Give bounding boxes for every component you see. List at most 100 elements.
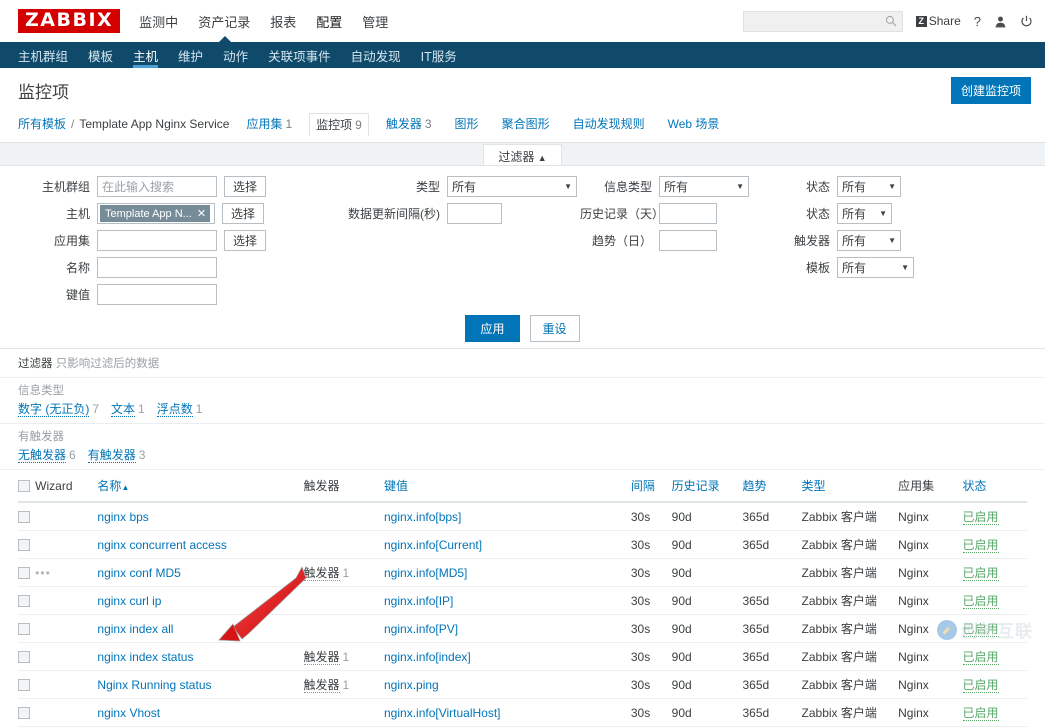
breadcrumb-tab-applications[interactable]: 应用集 1 bbox=[240, 113, 298, 134]
row-checkbox[interactable] bbox=[18, 707, 30, 720]
subnav-item-hostgroups[interactable]: 主机群组 bbox=[18, 42, 78, 68]
wizard-menu-icon[interactable]: ••• bbox=[35, 566, 51, 580]
subnav-item-services[interactable]: IT服务 bbox=[411, 42, 467, 68]
trends-input[interactable] bbox=[659, 230, 717, 251]
select-all-checkbox[interactable] bbox=[18, 480, 30, 493]
nav-item-configuration[interactable]: 配置 bbox=[315, 10, 343, 33]
nav-item-administration[interactable]: 管理 bbox=[361, 10, 389, 33]
user-icon[interactable] bbox=[994, 15, 1007, 28]
breadcrumb-tab-web-scenarios[interactable]: Web 场景 bbox=[662, 113, 726, 134]
subnav-item-discovery[interactable]: 自动发现 bbox=[341, 42, 411, 68]
update-interval-input[interactable] bbox=[447, 203, 502, 224]
nav-item-reports[interactable]: 报表 bbox=[269, 10, 297, 33]
subfilter-item-with-triggers[interactable]: 有触发器 3 bbox=[87, 446, 145, 463]
nav-item-monitoring[interactable]: 监测中 bbox=[138, 10, 179, 33]
row-checkbox[interactable] bbox=[18, 623, 30, 636]
subnav-item-correlation[interactable]: 关联项事件 bbox=[258, 42, 341, 68]
header-status[interactable]: 状态 bbox=[962, 470, 1027, 503]
header-type[interactable]: 类型 bbox=[801, 470, 899, 503]
reset-button[interactable]: 重设 bbox=[529, 315, 580, 342]
subfilter-item-float[interactable]: 浮点数 1 bbox=[156, 400, 202, 417]
trigger-link[interactable]: 触发器 bbox=[303, 566, 340, 581]
filter-toggle-tab[interactable]: 过滤器 ▲ bbox=[483, 144, 562, 166]
trigger-link[interactable]: 触发器 bbox=[303, 650, 340, 665]
key-input[interactable] bbox=[97, 284, 217, 305]
status-toggle-link[interactable]: 已启用 bbox=[962, 510, 999, 525]
name-input[interactable] bbox=[97, 257, 217, 278]
item-key-link[interactable]: nginx.info[VirtualHost] bbox=[384, 706, 501, 720]
status-toggle-link[interactable]: 已启用 bbox=[962, 706, 999, 721]
status-toggle-link[interactable]: 已启用 bbox=[962, 594, 999, 609]
search-input[interactable] bbox=[743, 11, 902, 31]
status-toggle-link[interactable]: 已启用 bbox=[962, 622, 999, 637]
breadcrumb-all-templates[interactable]: 所有模板 bbox=[18, 115, 66, 132]
item-key-link[interactable]: nginx.info[bps] bbox=[384, 510, 461, 524]
status-select[interactable]: 所有 ▼ bbox=[837, 176, 901, 197]
header-history[interactable]: 历史记录 bbox=[671, 470, 743, 503]
status-toggle-link[interactable]: 已启用 bbox=[962, 678, 999, 693]
subnav-item-actions[interactable]: 动作 bbox=[213, 42, 258, 68]
row-checkbox[interactable] bbox=[18, 595, 30, 608]
row-checkbox[interactable] bbox=[18, 567, 30, 580]
item-name-link[interactable]: nginx bps bbox=[97, 510, 148, 524]
item-name-link[interactable]: nginx conf MD5 bbox=[97, 566, 180, 580]
type-select[interactable]: 所有 ▼ bbox=[447, 176, 577, 197]
header-interval[interactable]: 间隔 bbox=[630, 470, 672, 503]
breadcrumb-tab-triggers[interactable]: 触发器 3 bbox=[380, 113, 438, 134]
item-name-link[interactable]: nginx index all bbox=[97, 622, 173, 636]
header-trends[interactable]: 趋势 bbox=[742, 470, 802, 503]
item-name-link[interactable]: nginx curl ip bbox=[97, 594, 161, 608]
nav-item-inventory[interactable]: 资产记录 bbox=[197, 10, 251, 33]
host-chip[interactable]: Template App N... ✕ bbox=[100, 205, 211, 222]
host-select-button[interactable]: 选择 bbox=[222, 203, 265, 224]
breadcrumb-tab-graphs[interactable]: 图形 bbox=[449, 113, 485, 134]
item-key-link[interactable]: nginx.info[Current] bbox=[384, 538, 482, 552]
hostgroup-select-button[interactable]: 选择 bbox=[224, 176, 267, 197]
template-select[interactable]: 所有 ▼ bbox=[837, 257, 914, 278]
item-name-link[interactable]: nginx index status bbox=[97, 650, 193, 664]
apply-button[interactable]: 应用 bbox=[465, 315, 520, 342]
help-icon[interactable]: ? bbox=[974, 14, 981, 29]
application-select-button[interactable]: 选择 bbox=[224, 230, 267, 251]
header-name[interactable]: 名称▲ bbox=[97, 470, 304, 503]
triggers-select[interactable]: 所有 ▼ bbox=[837, 230, 901, 251]
hostgroup-input[interactable] bbox=[97, 176, 217, 197]
item-key-link[interactable]: nginx.ping bbox=[384, 678, 439, 692]
header-key[interactable]: 键值 bbox=[384, 470, 631, 503]
breadcrumb-tab-screens[interactable]: 聚合图形 bbox=[496, 113, 556, 134]
share-button[interactable]: Z Share bbox=[915, 14, 961, 28]
breadcrumb-tab-discovery-rules[interactable]: 自动发现规则 bbox=[567, 113, 651, 134]
item-key-link[interactable]: nginx.info[index] bbox=[384, 650, 471, 664]
power-icon[interactable] bbox=[1020, 15, 1033, 28]
trigger-link[interactable]: 触发器 bbox=[303, 678, 340, 693]
application-input[interactable] bbox=[97, 230, 217, 251]
history-input[interactable] bbox=[659, 203, 717, 224]
subfilter-item-numeric-unsigned[interactable]: 数字 (无正负) 7 bbox=[18, 400, 99, 417]
search-box[interactable] bbox=[742, 10, 903, 32]
state-select[interactable]: 所有 ▼ bbox=[837, 203, 892, 224]
item-key-link[interactable]: nginx.info[MD5] bbox=[384, 566, 467, 580]
breadcrumb-tab-items[interactable]: 监控项 9 bbox=[309, 113, 369, 136]
item-key-link[interactable]: nginx.info[IP] bbox=[384, 594, 453, 608]
status-toggle-link[interactable]: 已启用 bbox=[962, 650, 999, 665]
item-key-link[interactable]: nginx.info[PV] bbox=[384, 622, 458, 636]
status-toggle-link[interactable]: 已启用 bbox=[962, 566, 999, 581]
item-name-link[interactable]: nginx Vhost bbox=[97, 706, 160, 720]
subnav-item-templates[interactable]: 模板 bbox=[78, 42, 123, 68]
status-toggle-link[interactable]: 已启用 bbox=[962, 538, 999, 553]
row-checkbox[interactable] bbox=[18, 651, 30, 664]
value-type-select[interactable]: 所有 ▼ bbox=[659, 176, 749, 197]
row-checkbox[interactable] bbox=[18, 511, 30, 524]
subnav-item-hosts[interactable]: 主机 bbox=[123, 42, 168, 68]
subnav-item-maintenance[interactable]: 维护 bbox=[168, 42, 213, 68]
subfilter-item-text[interactable]: 文本 1 bbox=[111, 400, 145, 417]
zabbix-logo[interactable]: ZABBIX bbox=[18, 9, 121, 33]
item-name-link[interactable]: nginx concurrent access bbox=[97, 538, 226, 552]
host-chip-box[interactable]: Template App N... ✕ bbox=[97, 203, 215, 224]
row-checkbox[interactable] bbox=[18, 679, 30, 692]
create-item-button[interactable]: 创建监控项 bbox=[950, 76, 1031, 104]
item-name-link[interactable]: Nginx Running status bbox=[97, 678, 211, 692]
close-icon[interactable]: ✕ bbox=[197, 207, 206, 220]
subfilter-item-without-triggers[interactable]: 无触发器 6 bbox=[18, 446, 76, 463]
row-checkbox[interactable] bbox=[18, 539, 30, 552]
